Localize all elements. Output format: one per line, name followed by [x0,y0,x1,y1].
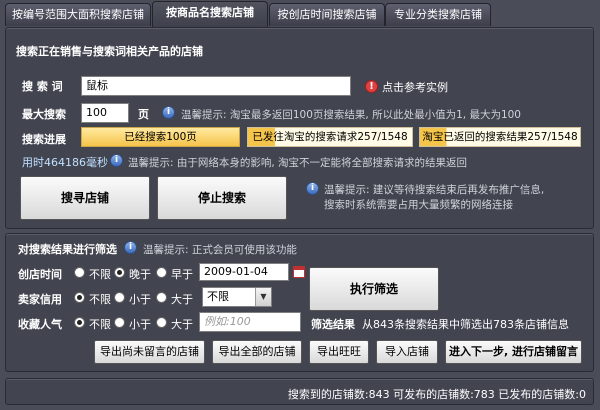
stop-search-button[interactable]: 停止搜索 [157,176,287,220]
created-date-input[interactable]: 2009-01-04 [199,263,289,281]
run-filter-button[interactable]: 执行筛选 [309,267,439,311]
search-shops-button[interactable]: 搜寻店铺 [20,176,150,220]
next-step-button[interactable]: 进入下一步, 进行店铺留言 [445,340,582,364]
credit-level-value: 不限 [207,290,229,303]
calendar-icon[interactable] [293,266,305,278]
status-text: 搜索到的店铺数:843 可发布的店铺数:783 已发布的店铺数:0 [287,388,586,401]
warning-icon: ! [365,80,378,93]
elapsed-time: 用时464186毫秒 [22,156,108,169]
popularity-greater-label: 大于 [171,318,193,331]
max-search-label: 最大搜索 [22,108,66,121]
created-after-label: 晚于 [129,268,151,281]
status-bar: 搜索到的店铺数:843 可发布的店铺数:783 已发布的店铺数:0 [5,378,594,405]
search-section-title: 搜索正在销售与搜索词相关产品的店铺 [16,45,203,58]
credit-level-select[interactable]: 不限 ▼ [202,287,272,307]
tab-bar: 按编号范围大面积搜索店铺 按商品名搜索店铺 按创店时间搜索店铺 专业分类搜索店铺 [0,0,600,27]
credit-any-radio[interactable] [74,292,85,303]
import-shops-button[interactable]: 导入店铺 [376,340,438,364]
tab-product-name-search[interactable]: 按商品名搜索店铺 [152,1,268,27]
created-any-radio[interactable] [74,267,85,278]
max-pages-input[interactable]: 100 [81,103,129,123]
credit-label: 卖家信用 [18,293,62,306]
filter-hint: 温馨提示: 正式会员可使用该功能 [143,244,297,256]
info-icon: i [162,106,175,119]
popularity-any-radio[interactable] [74,317,85,328]
pages-unit-label: 页 [138,108,149,121]
pages-searched-progress: 已经搜索100页 [81,127,240,147]
popularity-less-radio[interactable] [114,317,125,328]
results-returned-progress: 淘宝已返回的搜索结果257/1548 [419,127,581,147]
credit-greater-radio[interactable] [156,292,167,303]
requests-sent-progress: 已发往淘宝的搜索请求257/1548 [247,127,413,147]
credit-any-label: 不限 [89,293,111,306]
example-link[interactable]: 点击参考实例 [382,79,448,95]
export-wangwang-button[interactable]: 导出旺旺 [309,340,369,364]
tab-category-search[interactable]: 专业分类搜索店铺 [385,3,491,26]
keyword-input[interactable]: 鼠标 [81,76,351,96]
info-icon: i [306,182,319,195]
filter-result-label: 筛选结果 [311,318,355,331]
search-panel: 搜索正在销售与搜索词相关产品的店铺 搜 索 词 鼠标 ! 点击参考实例 最大搜索… [5,27,594,229]
created-after-radio[interactable] [114,267,125,278]
progress-label: 搜索进展 [22,133,66,146]
popularity-greater-radio[interactable] [156,317,167,328]
info-icon: i [124,241,137,254]
popularity-any-label: 不限 [89,318,111,331]
tab-range-search[interactable]: 按编号范围大面积搜索店铺 [5,3,151,26]
popularity-input[interactable]: 例如:100 [199,312,301,332]
popularity-less-label: 小于 [129,318,151,331]
credit-greater-label: 大于 [171,293,193,306]
max-pages-hint: 温馨提示: 淘宝最多返回100页搜索结果, 所以此处最小值为1, 最大为100 [181,109,521,121]
filter-panel: 对搜索结果进行筛选 i 温馨提示: 正式会员可使用该功能 创店时间 不限 晚于 … [5,233,594,372]
credit-less-label: 小于 [129,293,151,306]
export-unmessaged-button[interactable]: 导出尚未留言的店铺 [94,340,205,364]
tip-line-2: 搜索时系统需要占用大量频繁的网络连接 [324,199,513,211]
export-all-button[interactable]: 导出全部的店铺 [212,340,302,364]
created-any-label: 不限 [89,268,111,281]
keyword-label: 搜 索 词 [22,80,63,93]
created-before-label: 早于 [171,268,193,281]
tab-creation-time-search[interactable]: 按创店时间搜索店铺 [269,3,385,26]
created-before-radio[interactable] [156,267,167,278]
popularity-label: 收藏人气 [18,318,62,331]
info-icon: i [110,154,123,167]
filter-result-text: 从843条搜索结果中筛选出783条店铺信息 [362,318,569,331]
elapsed-hint: 温馨提示: 由于网络本身的影响, 淘宝不一定能将全部搜索请求的结果返回 [128,157,468,169]
credit-less-radio[interactable] [114,292,125,303]
created-time-label: 创店时间 [18,268,62,281]
filter-section-title: 对搜索结果进行筛选 [18,243,117,256]
tip-line-1: 温馨提示: 建议等待搜索结束后再发布推广信息, [324,184,545,196]
chevron-down-icon: ▼ [255,288,271,306]
